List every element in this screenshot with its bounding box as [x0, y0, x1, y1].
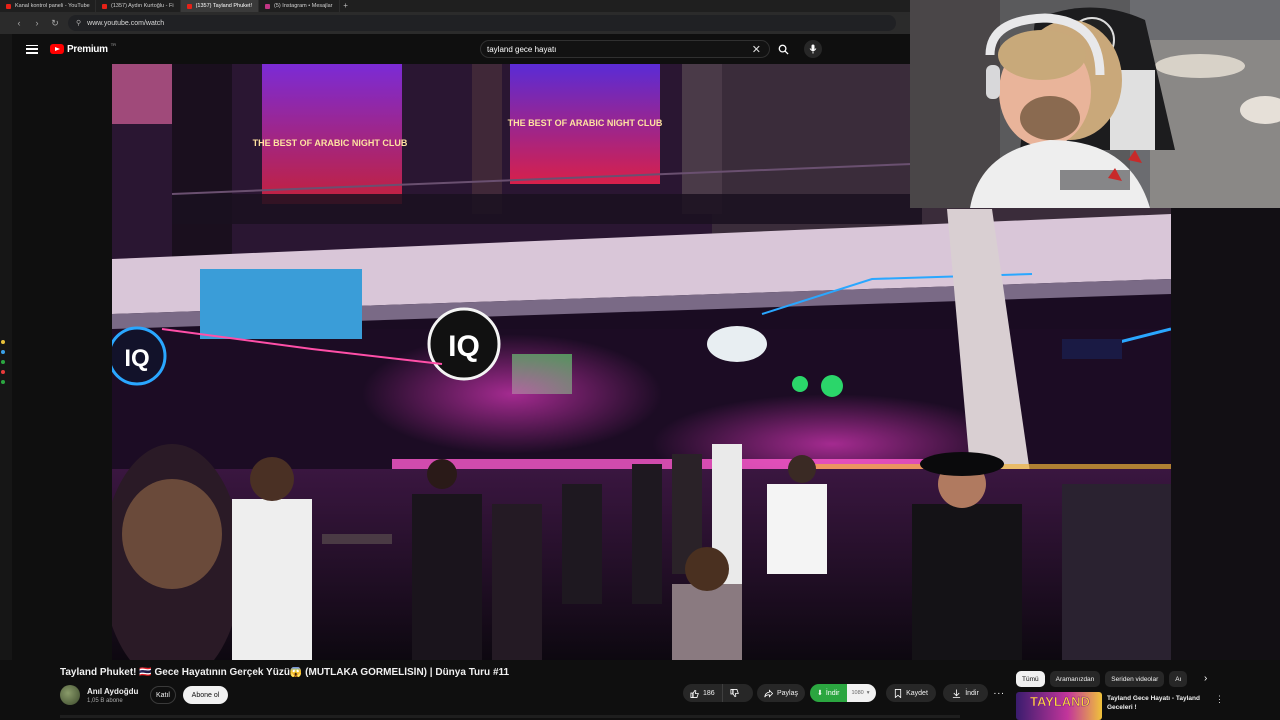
logo-region: TR	[110, 41, 117, 47]
indicator-dot	[1, 340, 5, 344]
browser-tab[interactable]: (1357) Aydın Kurtoğlu - Fi	[96, 0, 181, 12]
download-label: İndir	[825, 689, 840, 697]
share-button[interactable]: Paylaş	[757, 684, 805, 702]
browser-tab-label: (1357) Aydın Kurtoğlu - Fi	[111, 3, 174, 9]
new-tab-button[interactable]: +	[340, 0, 352, 12]
recommended-thumbnail[interactable]: TAYLAND	[1016, 692, 1102, 720]
screen: Kanal kontrol paneli - YouTube (1357) Ay…	[0, 0, 1280, 720]
iq-logo-text: IQ	[448, 330, 480, 363]
microphone-icon	[809, 44, 817, 54]
like-button[interactable]: 186	[683, 684, 723, 702]
video-title: Tayland Phuket! 🇹🇭 Gece Hayatının Gerçek…	[60, 667, 510, 678]
join-button[interactable]: Katıl	[150, 686, 176, 704]
round-sign	[707, 326, 767, 362]
chip-truncated[interactable]: Aı	[1169, 671, 1188, 687]
screen-left	[262, 64, 402, 204]
search-query: tayland gece hayatı	[487, 44, 557, 54]
chip-from-series[interactable]: Seriden videolar	[1105, 671, 1165, 687]
browser-tab-label: (5) Instagram • Mesajlar	[274, 3, 333, 9]
save-button[interactable]: Kaydet	[886, 684, 936, 702]
like-count: 186	[703, 689, 715, 697]
subscribe-button[interactable]: Abone ol	[183, 686, 228, 704]
search-icon	[778, 44, 789, 55]
browser-tab[interactable]: Kanal kontrol paneli - YouTube	[0, 0, 96, 12]
logo-text: Premium	[67, 43, 108, 55]
bookmark-icon	[894, 688, 902, 698]
browser-tab[interactable]: (5) Instagram • Mesajlar	[259, 0, 340, 12]
thumbs-down-icon	[730, 688, 739, 697]
screen-right-text: THE BEST OF ARABIC NIGHT CLUB	[508, 118, 663, 128]
side-indicators	[0, 334, 6, 390]
download-button-green[interactable]: ⬇ İndir	[810, 684, 847, 702]
clear-search-icon[interactable]: ✕	[752, 43, 761, 56]
url-text: www.youtube.com/watch	[87, 19, 165, 27]
indicator-dot	[1, 360, 5, 364]
channel-name[interactable]: Anıl Aydoğdu	[87, 687, 138, 696]
browser-tab-active[interactable]: (1357) Tayland Phuket!	[180, 0, 260, 12]
kebab-menu-icon[interactable]: ⋮	[1215, 694, 1224, 705]
thumbs-up-icon	[690, 689, 699, 698]
reload-icon[interactable]: ↻	[50, 18, 60, 29]
related-filter-chips: Tümü Aramanızdan Seriden videolar Aı	[1016, 671, 1188, 687]
youtube-play-icon	[50, 44, 64, 54]
more-actions-button[interactable]: ···	[991, 684, 1007, 702]
address-bar: ‹ › ↻ ⚲ www.youtube.com/watch	[0, 12, 910, 34]
instagram-icon	[265, 3, 271, 9]
chevron-right-icon[interactable]: ›	[1204, 673, 1207, 684]
tv-screen	[200, 269, 362, 339]
youtube-icon	[186, 3, 192, 9]
url-field[interactable]: ⚲ www.youtube.com/watch	[68, 15, 896, 31]
browser-tab-label: Kanal kontrol paneli - YouTube	[15, 3, 90, 9]
download-quality: 1080	[851, 690, 864, 696]
pillow	[1155, 54, 1245, 78]
download-quality-select[interactable]: 1080 ▾	[846, 684, 876, 702]
chip-from-your-search[interactable]: Aramanızdan	[1049, 671, 1101, 687]
webcam-overlay	[910, 0, 1280, 208]
youtube-logo[interactable]: Premium TR	[50, 41, 117, 55]
browser-tab-strip: Kanal kontrol paneli - YouTube (1357) Ay…	[0, 0, 910, 12]
search-input[interactable]: tayland gece hayatı ✕	[480, 40, 770, 58]
search-button[interactable]	[772, 40, 794, 58]
save-label: Kaydet	[906, 689, 928, 697]
download-icon	[953, 688, 961, 698]
dislike-button[interactable]	[723, 684, 746, 702]
site-info-icon[interactable]: ⚲	[76, 19, 81, 27]
back-icon[interactable]: ‹	[14, 18, 24, 28]
download-split-button: ⬇ İndir 1080 ▾	[810, 684, 876, 702]
voice-search-button[interactable]	[804, 40, 822, 58]
subscriber-count: 1,05 B abone	[87, 698, 123, 704]
webcam-frame	[910, 0, 1280, 208]
avatar[interactable]	[60, 685, 80, 705]
forward-icon[interactable]: ›	[32, 18, 42, 28]
youtube-icon	[6, 3, 11, 9]
menu-icon[interactable]	[26, 44, 38, 54]
share-label: Paylaş	[776, 689, 798, 697]
youtube-icon	[102, 3, 107, 9]
download-button[interactable]: İndir	[943, 684, 988, 702]
indicator-dot	[1, 350, 5, 354]
screen-left-text: THE BEST OF ARABIC NIGHT CLUB	[253, 138, 408, 148]
share-icon	[764, 688, 773, 698]
indicator-dot	[1, 380, 5, 384]
chevron-down-icon: ▾	[866, 690, 870, 696]
recommended-video-title[interactable]: Tayland Gece Hayatı - Tayland Geceleri !	[1107, 694, 1207, 712]
chip-all[interactable]: Tümü	[1016, 671, 1045, 687]
scrollbar-track	[60, 715, 960, 718]
iq-logo-text-small: IQ	[124, 345, 149, 372]
youtube-header: Premium TR tayland gece hayatı ✕	[12, 34, 910, 64]
indicator-dot	[1, 370, 5, 374]
right-dark-panel	[1171, 208, 1280, 660]
left-gutter	[0, 34, 12, 720]
download-arrow-icon: ⬇	[817, 690, 823, 697]
download-label-2: İndir	[965, 689, 979, 697]
thumbnail-text: TAYLAND	[1030, 694, 1090, 710]
like-dislike-group: 186	[683, 684, 753, 702]
browser-tab-label: (1357) Tayland Phuket!	[195, 3, 253, 9]
